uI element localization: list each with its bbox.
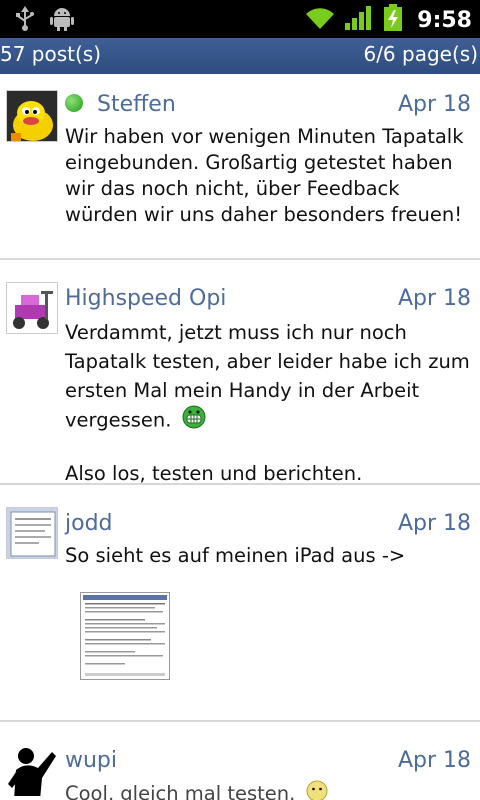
online-status-icon — [65, 94, 83, 112]
grin-smiley-icon — [182, 405, 206, 437]
post-item[interactable]: wupi Apr 18 Cool, gleich mal testen. — [0, 722, 480, 800]
signal-icon — [345, 5, 373, 35]
avatar[interactable] — [6, 90, 58, 142]
avatar[interactable] — [6, 744, 58, 796]
usb-icon — [14, 6, 36, 36]
post-date: Apr 18 — [397, 511, 471, 536]
smile-smiley-icon — [306, 780, 328, 800]
author-name[interactable]: wupi — [65, 748, 117, 773]
status-clock: 9:58 — [417, 7, 472, 33]
page-indicator[interactable]: 6/6 page(s) — [363, 42, 478, 66]
scooter-avatar-icon — [7, 283, 57, 333]
silhouette-avatar-icon — [6, 744, 58, 796]
post-text: Verdammt, jetzt muss ich nur noch Tapata… — [65, 321, 470, 432]
document-avatar-icon — [7, 508, 57, 558]
post-body: Cool, gleich mal testen. — [65, 780, 475, 800]
attached-image-thumbnail[interactable] — [80, 592, 170, 680]
author-row: Steffen — [65, 92, 176, 117]
post-date: Apr 18 — [397, 286, 471, 311]
post-item[interactable]: Highspeed Opi Apr 18 Verdammt, jetzt mus… — [0, 260, 480, 485]
yellow-character-avatar-icon — [7, 91, 57, 141]
status-bar: 9:58 — [0, 0, 480, 38]
post-item[interactable]: jodd Apr 18 So sieht es auf meinen iPad … — [0, 485, 480, 719]
post-body: Verdammt, jetzt muss ich nur noch Tapata… — [65, 318, 475, 488]
post-body: So sieht es auf meinen iPad aus -> — [65, 544, 406, 567]
post-date: Apr 18 — [397, 92, 471, 117]
author-name[interactable]: jodd — [65, 511, 113, 536]
battery-charging-icon — [383, 4, 403, 36]
post-item[interactable]: Steffen Apr 18 Wir haben vor wenigen Min… — [0, 76, 480, 258]
author-name[interactable]: Steffen — [97, 92, 176, 117]
post-text: Cool, gleich mal testen. — [65, 782, 296, 800]
author-name[interactable]: Highspeed Opi — [65, 286, 226, 311]
post-count: 57 post(s) — [0, 42, 102, 66]
avatar[interactable] — [6, 507, 58, 559]
thread-pagination-bar: 57 post(s) 6/6 page(s) — [0, 38, 480, 74]
android-debug-icon — [50, 6, 74, 36]
wifi-icon — [305, 5, 335, 35]
post-body: Wir haben vor wenigen Minuten Tapatalk e… — [65, 125, 464, 226]
post-text: Also los, testen und berichten. — [65, 462, 363, 485]
post-date: Apr 18 — [397, 748, 471, 773]
avatar[interactable] — [6, 282, 58, 334]
